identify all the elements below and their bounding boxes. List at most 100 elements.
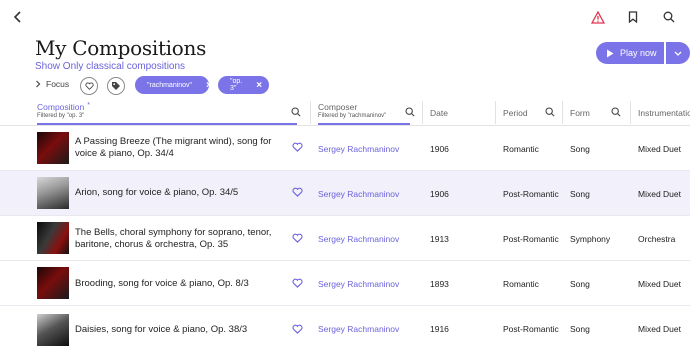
instrumentation-cell: Mixed Duet (638, 144, 681, 154)
form-cell: Symphony (570, 234, 611, 244)
heart-icon[interactable] (292, 324, 303, 334)
form-cell: Song (570, 279, 590, 289)
form-cell: Song (570, 189, 590, 199)
date-cell: 1906 (430, 189, 449, 199)
table-row[interactable]: A Passing Breeze (The migrant wind), son… (0, 126, 690, 171)
warning-icon (591, 10, 605, 24)
filter-chip-rachmaninov[interactable]: "rachmaninov" × (135, 76, 212, 94)
composition-title[interactable]: A Passing Breeze (The migrant wind), son… (75, 136, 275, 160)
column-divider (422, 101, 423, 124)
form-search-button[interactable] (609, 105, 623, 119)
focus-toggle[interactable]: Focus (35, 79, 69, 89)
column-divider (310, 101, 311, 124)
composer-filter-note: Filtered by "rachmaninov" (318, 113, 387, 119)
instrumentation-cell: Orchestra (638, 234, 676, 244)
heart-icon[interactable] (292, 233, 303, 243)
table-row[interactable]: Arion, song for voice & piano, Op. 34/5 … (0, 171, 690, 216)
period-cell: Post-Romantic (503, 189, 559, 199)
column-divider (562, 101, 563, 124)
heart-icon[interactable] (292, 187, 303, 197)
play-now-button[interactable]: Play now (596, 42, 664, 64)
album-thumbnail (37, 132, 69, 164)
column-header-period[interactable]: Period (503, 108, 528, 118)
close-icon[interactable]: × (256, 80, 262, 91)
title-line: Daisies, song for voice & piano, Op. 38/… (75, 324, 248, 335)
period-cell: Romantic (503, 144, 539, 154)
search-icon (405, 107, 415, 117)
composer-link[interactable]: Sergey Rachmaninov (318, 324, 399, 334)
composer-link[interactable]: Sergey Rachmaninov (318, 189, 399, 199)
focus-label: Focus (46, 79, 70, 89)
heart-icon (84, 82, 94, 90)
play-now-label: Play now (620, 48, 657, 58)
title-line: Arion, song for voice & piano, Op. 34/5 (75, 187, 239, 198)
column-label: Composition (37, 102, 85, 112)
album-thumbnail (37, 314, 69, 346)
period-cell: Post-Romantic (503, 324, 559, 334)
album-thumbnail (37, 267, 69, 299)
title-line: voice & piano, Op. 34/4 (75, 148, 174, 159)
table-row[interactable]: The Bells, choral symphony for soprano, … (0, 216, 690, 261)
album-thumbnail (37, 177, 69, 209)
composition-title[interactable]: Daisies, song for voice & piano, Op. 38/… (75, 324, 275, 336)
search-button[interactable] (661, 9, 677, 25)
column-header-composition[interactable]: Composition * (37, 102, 90, 112)
chevron-right-icon (36, 80, 41, 88)
chip-label: "op. 3" (230, 78, 243, 92)
play-options-dropdown[interactable] (666, 42, 690, 64)
search-icon (663, 11, 675, 23)
date-cell: 1906 (430, 144, 449, 154)
composition-title[interactable]: Arion, song for voice & piano, Op. 34/5 (75, 187, 275, 199)
title-line: baritone, chorus & orchestra, Op. 35 (75, 239, 229, 250)
bookmark-icon (628, 11, 638, 23)
alert-button[interactable] (589, 9, 607, 25)
instrumentation-cell: Mixed Duet (638, 324, 681, 334)
page-title: My Compositions (35, 36, 207, 60)
composer-search-button[interactable] (403, 105, 417, 119)
column-divider (630, 101, 631, 124)
column-header-composer[interactable]: Composer (318, 102, 357, 112)
table-row[interactable]: Brooding, song for voice & piano, Op. 8/… (0, 261, 690, 306)
composition-search-button[interactable] (289, 105, 303, 119)
heart-icon[interactable] (292, 142, 303, 152)
column-divider (495, 101, 496, 124)
date-cell: 1913 (430, 234, 449, 244)
period-search-button[interactable] (543, 105, 557, 119)
search-icon (545, 107, 555, 117)
composer-link[interactable]: Sergey Rachmaninov (318, 279, 399, 289)
column-header-date[interactable]: Date (430, 108, 448, 118)
period-cell: Post-Romantic (503, 234, 559, 244)
instrumentation-cell: Mixed Duet (638, 189, 681, 199)
back-button[interactable] (10, 9, 26, 25)
tag-icon (112, 82, 120, 90)
title-line: Brooding, song for voice & piano, Op. 8/… (75, 278, 249, 289)
favorites-filter-button[interactable] (80, 77, 98, 95)
filter-chip-op3[interactable]: "op. 3" × (218, 76, 269, 94)
period-cell: Romantic (503, 279, 539, 289)
composition-title[interactable]: The Bells, choral symphony for soprano, … (75, 227, 280, 251)
form-cell: Song (570, 144, 590, 154)
chevron-down-icon (674, 51, 682, 56)
tag-filter-button[interactable] (107, 77, 125, 95)
classical-filter-link[interactable]: Show Only classical compositions (35, 61, 185, 72)
sort-indicator: * (87, 102, 90, 109)
column-header-instrumentation[interactable]: Instrumentation (638, 108, 690, 118)
composer-link[interactable]: Sergey Rachmaninov (318, 234, 399, 244)
heart-icon[interactable] (292, 278, 303, 288)
column-header-form[interactable]: Form (570, 108, 590, 118)
composition-filter-note: Filtered by "op. 3" (37, 113, 85, 119)
play-icon (607, 49, 614, 57)
instrumentation-cell: Mixed Duet (638, 279, 681, 289)
bookmark-button[interactable] (625, 9, 641, 25)
table-row[interactable]: Daisies, song for voice & piano, Op. 38/… (0, 306, 690, 349)
search-icon (611, 107, 621, 117)
date-cell: 1916 (430, 324, 449, 334)
composition-title[interactable]: Brooding, song for voice & piano, Op. 8/… (75, 278, 275, 290)
composer-link[interactable]: Sergey Rachmaninov (318, 144, 399, 154)
form-cell: Song (570, 324, 590, 334)
title-line: The Bells, choral symphony for soprano, … (75, 227, 272, 238)
album-thumbnail (37, 222, 69, 254)
close-icon[interactable]: × (206, 80, 212, 91)
date-cell: 1893 (430, 279, 449, 289)
chevron-left-icon (13, 11, 21, 23)
